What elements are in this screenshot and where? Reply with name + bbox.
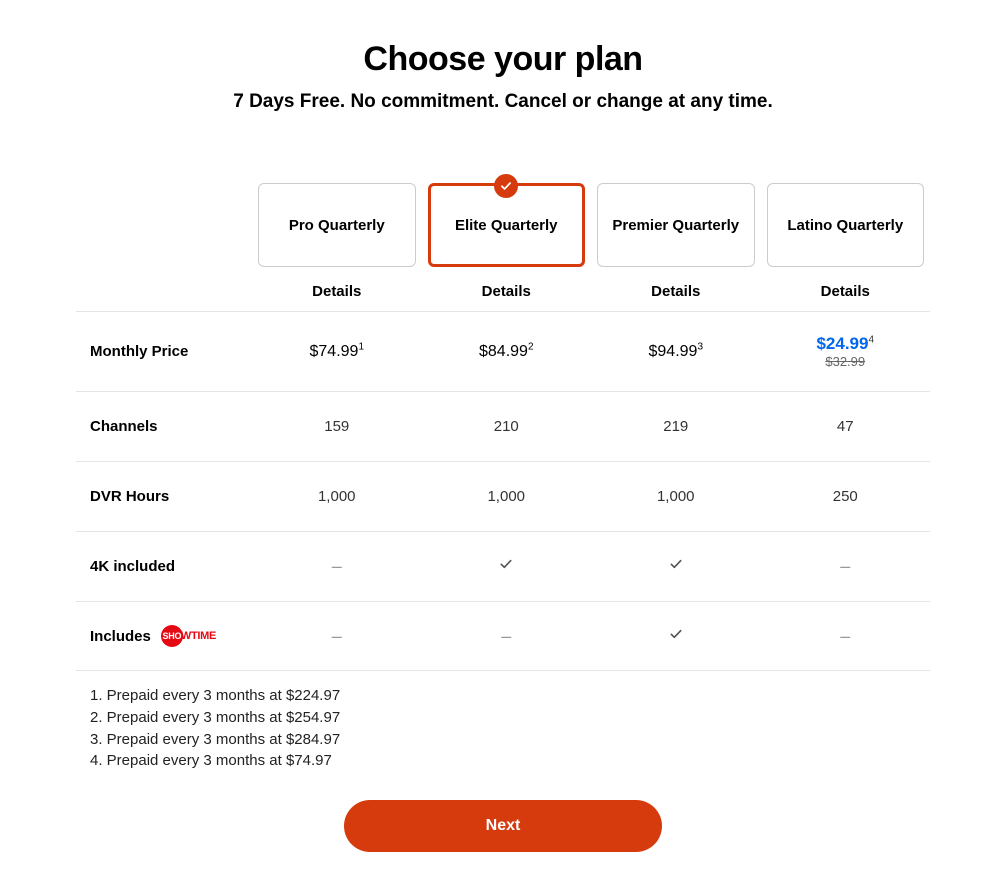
- plan-name: Pro Quarterly: [289, 217, 385, 234]
- plan-card-elite-quarterly[interactable]: Elite Quarterly: [428, 183, 586, 267]
- row-label-4k: 4K included: [76, 558, 252, 575]
- page-title: Choose your plan: [76, 40, 930, 79]
- details-link-pro[interactable]: Details: [312, 283, 361, 300]
- footnotes: 1. Prepaid every 3 months at $224.97 2. …: [76, 671, 930, 800]
- row-label-channels: Channels: [76, 418, 252, 435]
- channels-premier: 219: [663, 418, 688, 435]
- plan-name: Elite Quarterly: [455, 217, 558, 234]
- dash-icon: –: [840, 556, 850, 576]
- plan-name: Latino Quarterly: [787, 217, 903, 234]
- dash-icon: –: [332, 626, 342, 646]
- next-button[interactable]: Next: [344, 800, 662, 852]
- dash-icon: –: [332, 556, 342, 576]
- dvr-elite: 1,000: [487, 488, 525, 505]
- details-link-latino[interactable]: Details: [821, 283, 870, 300]
- dash-icon: –: [501, 626, 511, 646]
- showtime-logo: SHOWTIME: [161, 625, 216, 647]
- channels-elite: 210: [494, 418, 519, 435]
- footnote-4: 4. Prepaid every 3 months at $74.97: [90, 750, 930, 772]
- channels-pro: 159: [324, 418, 349, 435]
- details-link-premier[interactable]: Details: [651, 283, 700, 300]
- row-label-monthly-price: Monthly Price: [76, 343, 252, 360]
- page-subtitle: 7 Days Free. No commitment. Cancel or ch…: [76, 91, 930, 113]
- row-label-dvr: DVR Hours: [76, 488, 252, 505]
- footnote-2: 2. Prepaid every 3 months at $254.97: [90, 707, 930, 729]
- price-premier: $94.993: [649, 343, 704, 360]
- plan-card-latino-quarterly[interactable]: Latino Quarterly: [767, 183, 925, 267]
- plan-card-pro-quarterly[interactable]: Pro Quarterly: [258, 183, 416, 267]
- price-latino-sale: $24.994: [761, 334, 931, 354]
- details-link-elite[interactable]: Details: [482, 283, 531, 300]
- plan-card-premier-quarterly[interactable]: Premier Quarterly: [597, 183, 755, 267]
- footnote-3: 3. Prepaid every 3 months at $284.97: [90, 729, 930, 751]
- plan-name: Premier Quarterly: [612, 217, 739, 234]
- dvr-pro: 1,000: [318, 488, 356, 505]
- price-pro: $74.991: [310, 343, 365, 360]
- check-icon: [668, 626, 684, 642]
- dash-icon: –: [840, 626, 850, 646]
- check-icon: [668, 556, 684, 572]
- row-label-includes: Includes: [90, 628, 151, 645]
- price-latino-old: $32.99: [761, 354, 931, 369]
- price-elite: $84.992: [479, 343, 534, 360]
- selected-check-icon: [494, 174, 518, 198]
- footnote-1: 1. Prepaid every 3 months at $224.97: [90, 685, 930, 707]
- dvr-latino: 250: [833, 488, 858, 505]
- check-icon: [498, 556, 514, 572]
- dvr-premier: 1,000: [657, 488, 695, 505]
- channels-latino: 47: [837, 418, 854, 435]
